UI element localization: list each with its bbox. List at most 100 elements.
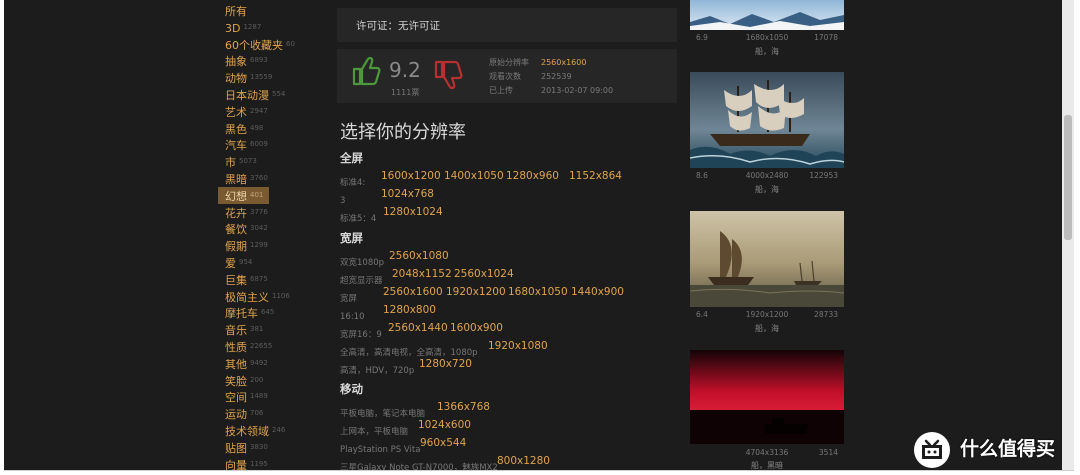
section-title: 移动 xyxy=(340,382,363,396)
category-count: 3830 xyxy=(250,442,268,451)
sidebar-category[interactable]: 餐饮 3042 xyxy=(218,220,338,237)
sidebar-category[interactable]: 巨集 6875 xyxy=(218,271,338,288)
resolution-link[interactable]: 2048x1152 xyxy=(392,268,452,280)
card-views: 3514 xyxy=(818,448,838,457)
sidebar-category[interactable]: 音乐 381 xyxy=(218,321,338,338)
card-views: 122953 xyxy=(809,171,838,180)
resolution-link[interactable]: 1280x960 xyxy=(506,170,559,182)
resolution-link[interactable]: 2560x1600 xyxy=(383,286,443,298)
related-card[interactable]: 8.6 4000x2480 122953 船，海 xyxy=(690,72,844,200)
resolution-link[interactable]: 960x544 xyxy=(420,437,466,449)
sidebar-category[interactable]: 摩托车 645 xyxy=(218,304,338,321)
thumbs-up-icon[interactable] xyxy=(351,55,381,87)
category-name: 摩托车 xyxy=(225,307,258,321)
sidebar-category[interactable]: 运动 706 xyxy=(218,405,338,422)
meta-value: 2013-02-07 09:00 xyxy=(541,86,614,95)
resolution-link[interactable]: 2560x1440 xyxy=(388,322,448,334)
wallpaper-thumbnail[interactable] xyxy=(690,211,844,307)
resolution-row: 上网本，平板电脑 1024x600 xyxy=(340,419,471,438)
thumbs-down-icon[interactable] xyxy=(433,59,463,91)
wallpaper-thumbnail[interactable] xyxy=(690,0,844,30)
scrollbar-thumb[interactable] xyxy=(1064,115,1072,240)
card-info: 6.9 1680x1050 17078 xyxy=(690,33,844,45)
resolution-link[interactable]: 1152x864 xyxy=(569,170,622,182)
watermark-logo-icon xyxy=(914,432,950,468)
related-card[interactable]: 4704x3136 3514 船，黑暗 xyxy=(690,350,844,470)
sidebar-category[interactable]: 抽象 6893 xyxy=(218,52,338,69)
category-name: 所有 xyxy=(225,5,247,18)
resolution-link[interactable]: 1920x1200 xyxy=(446,286,506,298)
sidebar-category[interactable]: 笑脸 200 xyxy=(218,372,338,389)
resolution-link[interactable]: 1280x1024 xyxy=(383,206,443,218)
category-name: 其他 xyxy=(225,357,247,371)
category-count: 3776 xyxy=(250,207,268,216)
sidebar-category[interactable]: 爱 954 xyxy=(218,254,338,271)
resolution-link[interactable]: 1920x1080 xyxy=(488,340,548,352)
related-card[interactable]: 6.9 1680x1050 17078 船，海 xyxy=(690,0,844,60)
card-tags: 船，黑暗 xyxy=(751,461,783,470)
sidebar-category[interactable]: 幻想 401 xyxy=(218,186,269,204)
resolution-link[interactable]: 2560x1024 xyxy=(454,268,514,280)
resolution-link[interactable]: 1280x720 xyxy=(419,358,472,370)
resolution-heading: 选择你的分辨率 xyxy=(340,122,466,143)
category-name: 空间 xyxy=(225,391,247,405)
meta-value[interactable]: 2560x1600 xyxy=(541,58,586,67)
wallpaper-thumbnail[interactable] xyxy=(690,72,844,168)
resolution-link[interactable]: 800x1280 xyxy=(497,455,550,467)
category-count: 1195 xyxy=(250,459,268,468)
sidebar-category[interactable]: 日本动漫 554 xyxy=(218,86,338,103)
sidebar-category[interactable]: 其他 9492 xyxy=(218,355,338,372)
watermark-text: 什么值得买 xyxy=(960,438,1056,460)
category-count: 2947 xyxy=(250,106,268,115)
sidebar-category[interactable]: 技术领域 246 xyxy=(218,422,338,439)
sidebar-category[interactable]: 3D 1287 xyxy=(218,19,338,36)
resolution-row: 高清，HDV，720p 1280x720 xyxy=(340,358,472,377)
row-label: 超宽显示器 xyxy=(340,276,383,286)
sidebar-category[interactable]: 空间 1489 xyxy=(218,388,338,405)
sidebar-category[interactable]: 黑色 498 xyxy=(218,120,338,137)
sidebar-category[interactable]: 性质 22655 xyxy=(218,338,338,355)
resolution-link[interactable]: 2560x1080 xyxy=(389,250,449,262)
category-count: 6009 xyxy=(250,140,268,149)
sidebar-category[interactable]: 艺术 2947 xyxy=(218,103,338,120)
sidebar-category[interactable]: 60个收藏夹 60 xyxy=(218,36,338,53)
sidebar-category[interactable]: 所有 xyxy=(218,2,338,19)
sidebar-category[interactable]: 向量 1195 xyxy=(218,456,338,470)
row-label: 标准4: xyxy=(340,178,366,188)
card-tags: 船，海 xyxy=(755,47,779,56)
related-card[interactable]: 6.4 1920x1200 28733 船，海 xyxy=(690,211,844,339)
sidebar-category[interactable]: 花卉 3776 xyxy=(218,204,338,221)
row-label: 标准5：4 xyxy=(340,214,377,224)
resolution-link[interactable]: 1366x768 xyxy=(437,401,490,413)
category-count: 1287 xyxy=(243,22,262,31)
resolution-link[interactable]: 1600x1200 xyxy=(381,170,441,182)
sidebar-category[interactable]: 汽车 6009 xyxy=(218,136,338,153)
sidebar-category[interactable]: 极简主义 1106 xyxy=(218,288,338,305)
resolution-link[interactable]: 1680x1050 xyxy=(508,286,568,298)
resolution-link[interactable]: 1600x900 xyxy=(450,322,503,334)
category-count: 13559 xyxy=(250,73,273,82)
category-count: 381 xyxy=(250,325,264,334)
category-count: 5073 xyxy=(239,157,257,166)
resolution-link[interactable]: 1280x800 xyxy=(383,304,436,316)
resolution-row: 超宽显示器 2048x1152 2560x1024 xyxy=(340,268,514,287)
wallpaper-thumbnail[interactable] xyxy=(690,350,844,444)
category-count: 3042 xyxy=(250,224,268,233)
sidebar-category[interactable]: 市 5073 xyxy=(218,153,338,170)
category-name: 花卉 xyxy=(225,206,247,220)
meta-value: 252539 xyxy=(541,72,572,81)
resolution-link[interactable]: 1024x600 xyxy=(418,419,471,431)
scrollbar[interactable] xyxy=(1062,0,1074,470)
category-name: 日本动漫 xyxy=(225,88,269,102)
category-name: 技术领域 xyxy=(225,424,269,438)
resolution-link[interactable]: 1400x1050 xyxy=(444,170,504,182)
resolution-link[interactable]: 1440x900 xyxy=(571,286,624,298)
category-name: 市 xyxy=(225,156,236,170)
sidebar-category[interactable]: 动物 13559 xyxy=(218,69,338,86)
category-name: 3D xyxy=(225,21,241,35)
sidebar-category[interactable]: 贴图 3830 xyxy=(218,439,338,456)
sidebar-category[interactable]: 假期 1299 xyxy=(218,237,338,254)
sidebar-category[interactable]: 黑暗 3760 xyxy=(218,170,338,187)
row-label: 三星Galaxy Note GT-N7000，魅族MX2 xyxy=(340,463,498,471)
resolution-link[interactable]: 1024x768 xyxy=(381,188,434,200)
